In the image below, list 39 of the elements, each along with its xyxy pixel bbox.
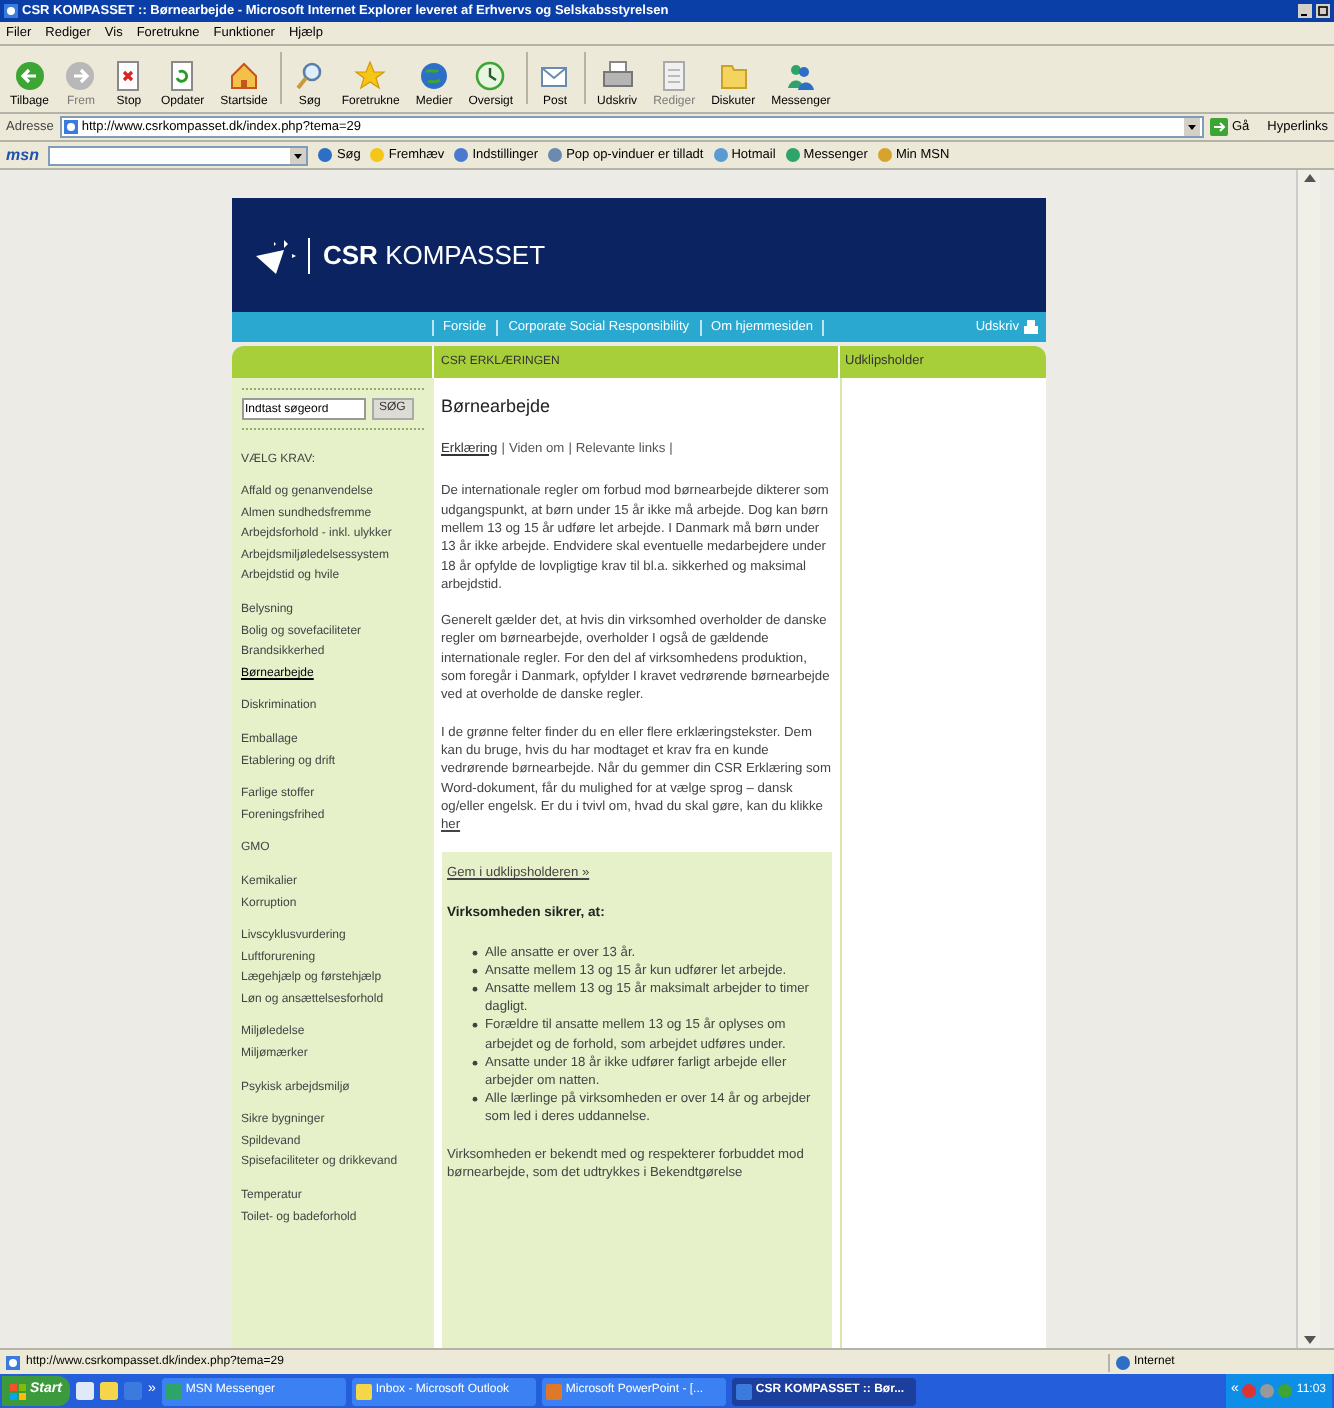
document-icon — [658, 60, 691, 92]
toolbar-icon — [877, 148, 892, 162]
printer-icon — [601, 60, 634, 92]
globe-icon — [418, 60, 451, 92]
page-icon — [6, 1355, 20, 1369]
refresh-icon — [166, 60, 199, 92]
toolbar-icon — [370, 148, 385, 162]
printer-icon — [1023, 320, 1037, 334]
stop-icon — [112, 60, 145, 92]
page-title: Børnearbejde — [441, 394, 553, 420]
people-icon — [784, 60, 817, 92]
toolbar-icon — [454, 148, 469, 162]
clock-icon — [474, 60, 507, 92]
search-icon — [293, 60, 326, 92]
msn-logo[interactable]: msn — [6, 143, 39, 167]
compass-star-logo — [255, 233, 311, 277]
app-icon — [735, 1383, 752, 1399]
scrollbar[interactable] — [1296, 170, 1320, 1348]
site-title: CSR KOMPASSET — [323, 237, 546, 274]
folder-icon — [717, 60, 750, 92]
minimize-icon[interactable] — [1298, 4, 1312, 18]
dropdown-icon — [1183, 118, 1200, 136]
app-icon — [165, 1383, 182, 1399]
toolbar-icon — [713, 148, 728, 162]
star-icon — [354, 60, 387, 92]
maximize-icon[interactable] — [1316, 4, 1330, 18]
dropdown-icon — [290, 147, 307, 163]
toolbar-icon — [785, 148, 800, 162]
toolbar-icon — [548, 148, 563, 162]
page-icon — [63, 120, 78, 134]
browser-icon — [4, 4, 18, 18]
app-icon — [355, 1383, 372, 1399]
toolbar-icon — [318, 148, 333, 162]
go-arrow-icon — [1209, 118, 1228, 136]
house-icon — [228, 60, 260, 92]
msn-search-field[interactable] — [48, 145, 309, 165]
windows-flag-icon — [10, 1383, 26, 1399]
globe-icon — [1116, 1355, 1130, 1369]
app-icon — [545, 1383, 562, 1399]
